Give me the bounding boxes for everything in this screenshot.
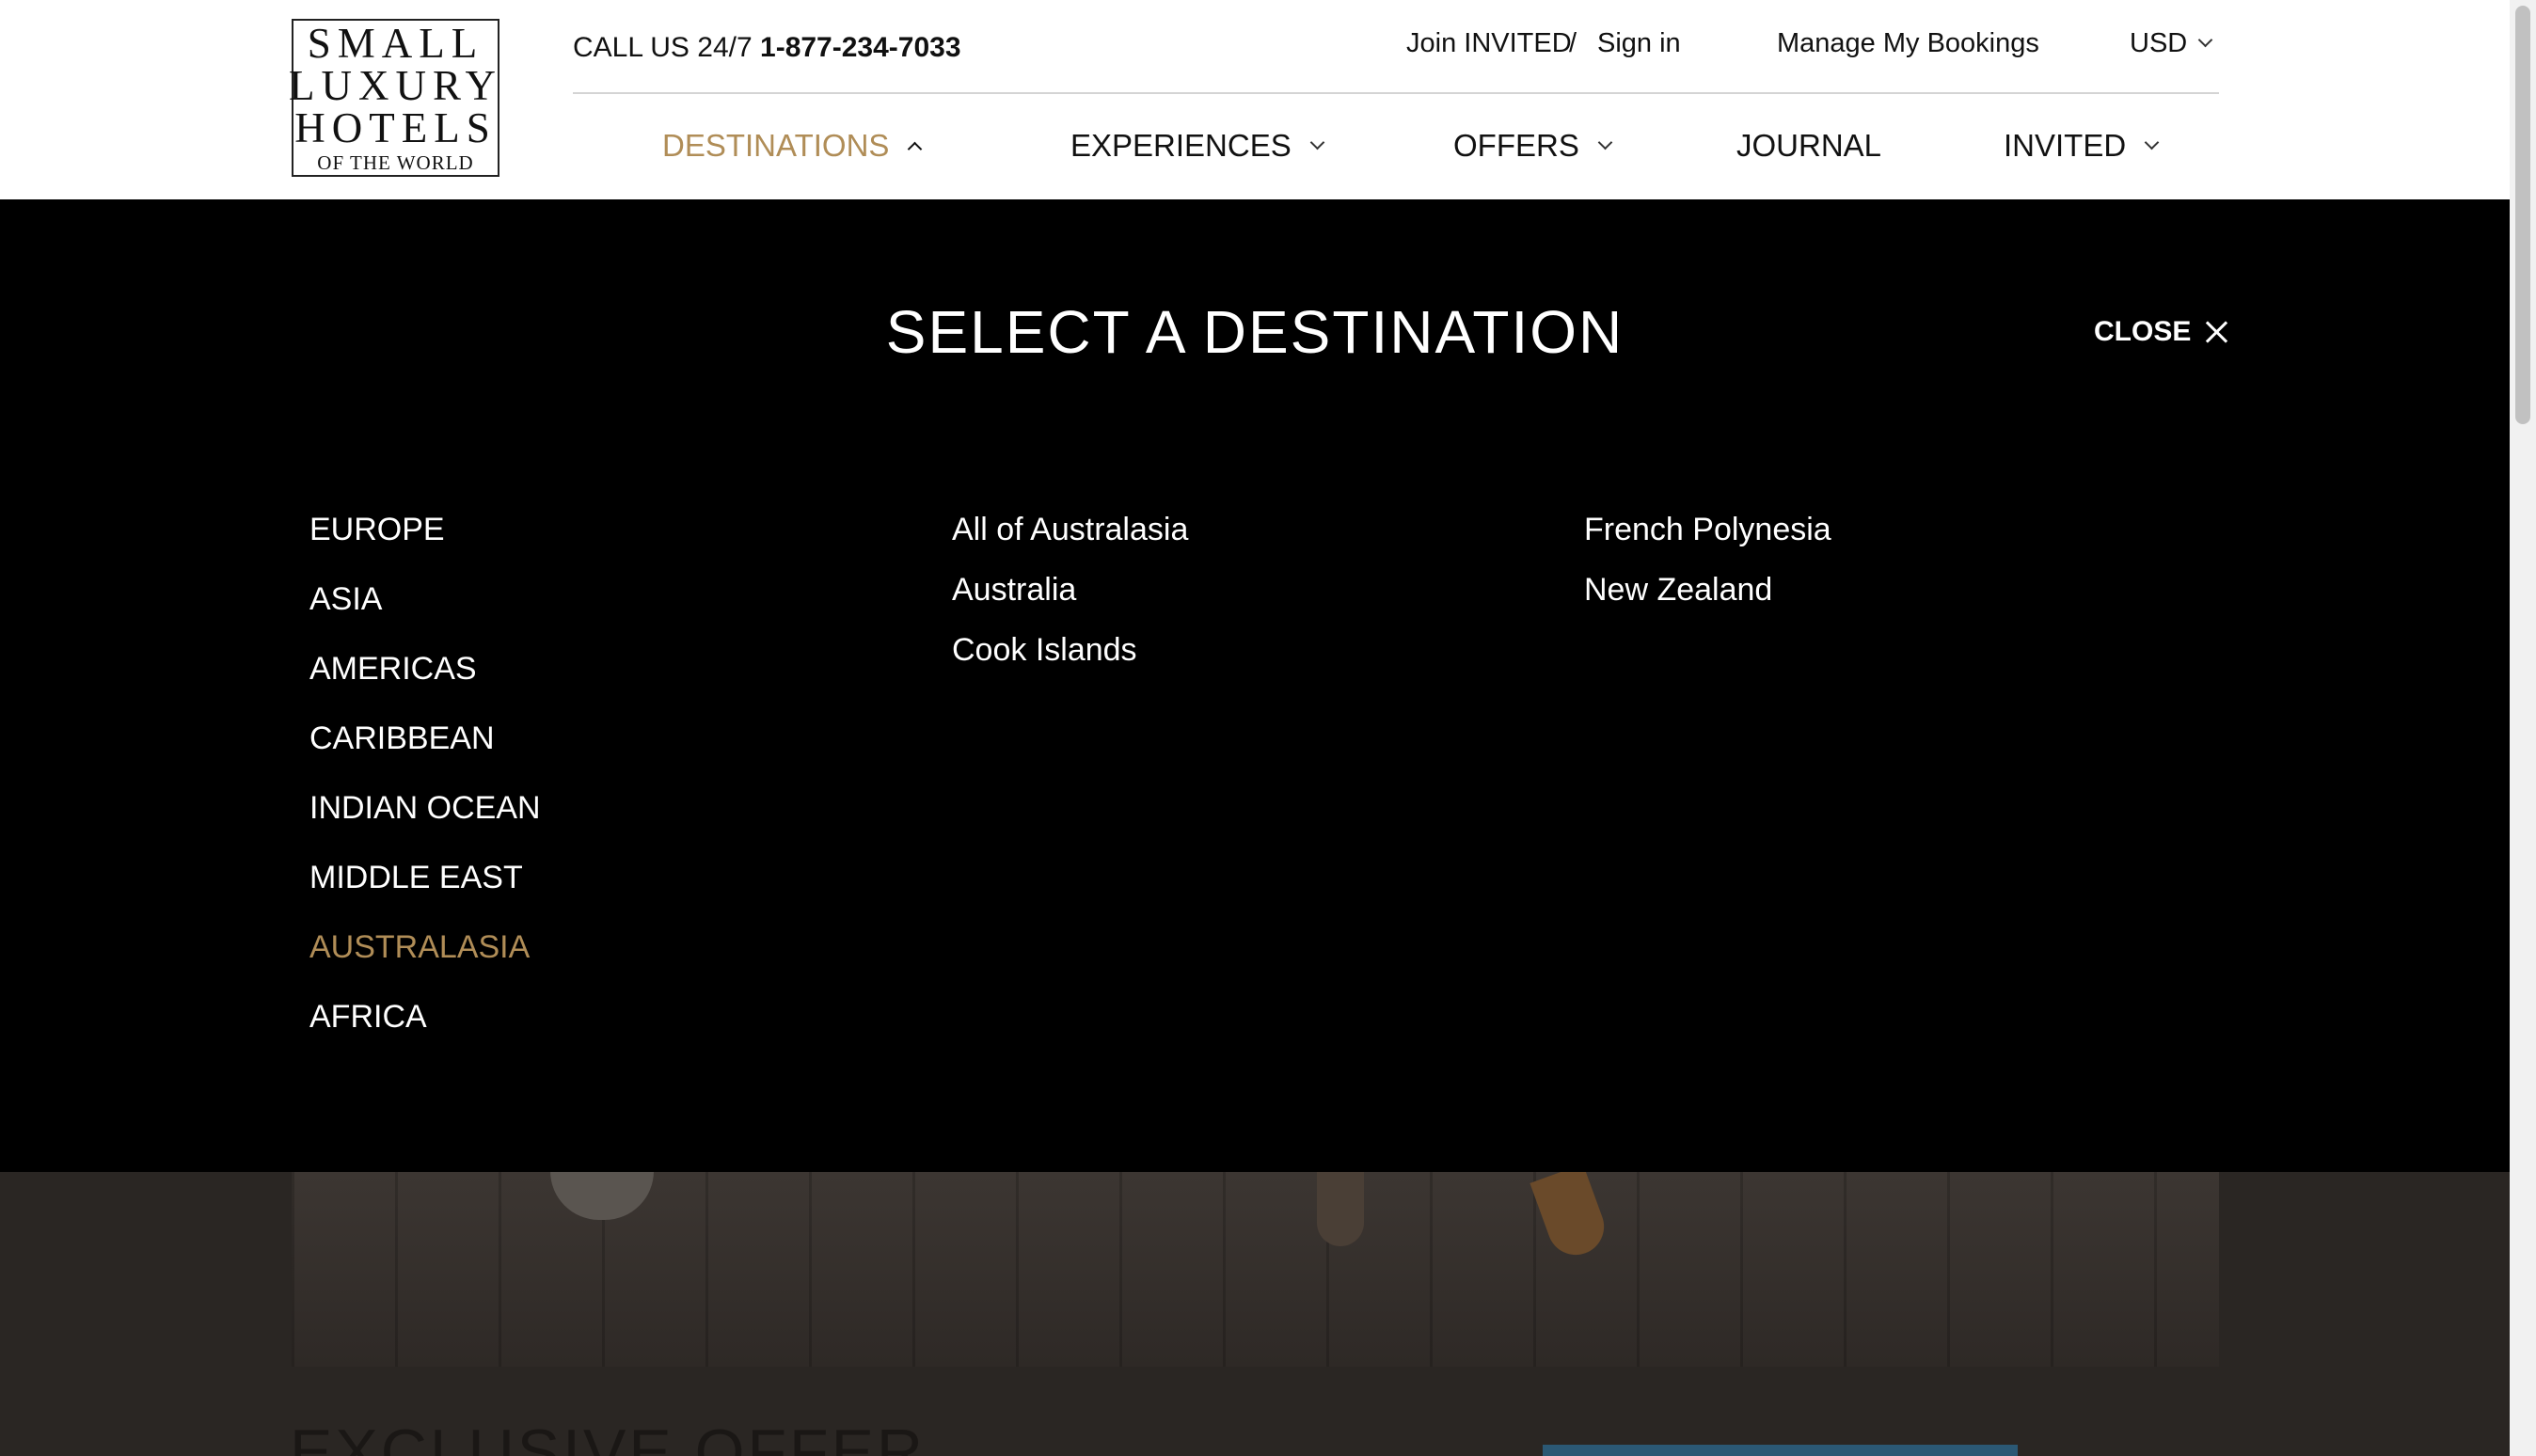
destination-menu: SELECT A DESTINATION CLOSE EUROPE ASIA A… (0, 199, 2510, 1172)
region-item-australasia[interactable]: AUSTRALASIA (309, 912, 541, 982)
manage-bookings-link[interactable]: Manage My Bookings (1777, 28, 2039, 59)
region-item-africa[interactable]: AFRICA (309, 982, 541, 1052)
nav-label: EXPERIENCES (1070, 128, 1292, 163)
nav-offers[interactable]: OFFERS (1453, 128, 1613, 164)
region-list: EUROPE ASIA AMERICAS CARIBBEAN INDIAN OC… (309, 495, 541, 1052)
logo-line: OF THE WORLD (317, 151, 474, 174)
country-list: French Polynesia New Zealand (1584, 495, 1831, 615)
chevron-up-icon (908, 141, 923, 156)
offer-card-image[interactable] (1543, 1445, 2018, 1456)
site-header: SMALL LUXURY HOTELS OF THE WORLD CALL US… (0, 0, 2510, 199)
region-item-indian-ocean[interactable]: INDIAN OCEAN (309, 773, 541, 843)
section-heading: EXCLUSIVE OFFER (290, 1416, 927, 1456)
logo-line: HOTELS (294, 104, 497, 151)
nav-label: DESTINATIONS (662, 128, 890, 163)
country-item-all-australasia[interactable]: All of Australasia (952, 495, 1188, 555)
close-icon (2204, 320, 2228, 344)
sign-in-link[interactable]: Sign in (1597, 28, 1681, 59)
country-item-french-polynesia[interactable]: French Polynesia (1584, 495, 1831, 555)
nav-label: OFFERS (1453, 128, 1579, 163)
currency-value: USD (2130, 28, 2188, 58)
site-logo[interactable]: SMALL LUXURY HOTELS OF THE WORLD (289, 19, 503, 177)
phone-label: CALL US 24/7 (573, 32, 753, 63)
chevron-down-icon (2144, 135, 2160, 150)
country-item-australia[interactable]: Australia (952, 555, 1188, 615)
country-list: All of Australasia Australia Cook Island… (952, 495, 1188, 675)
region-item-americas[interactable]: AMERICAS (309, 634, 541, 704)
join-invited-link[interactable]: Join INVITED (1406, 28, 1572, 59)
close-button[interactable]: CLOSE (2094, 316, 2228, 348)
region-item-europe[interactable]: EUROPE (309, 495, 541, 564)
nav-invited[interactable]: INVITED (2004, 128, 2160, 164)
nav-label: INVITED (2004, 128, 2127, 163)
chevron-down-icon (1309, 135, 1325, 150)
scrollbar-thumb[interactable] (2515, 6, 2530, 424)
link-separator: / (1569, 28, 1577, 58)
page-scrollbar[interactable] (2510, 0, 2536, 1456)
nav-journal[interactable]: JOURNAL (1736, 128, 1881, 164)
hero-image-object (1317, 1171, 1364, 1246)
phone-number-link[interactable]: 1-877-234-7033 (760, 32, 961, 63)
nav-label: JOURNAL (1736, 128, 1882, 163)
chevron-down-icon (1597, 135, 1613, 150)
logo-line: LUXURY (289, 62, 503, 109)
chevron-down-icon (2197, 32, 2213, 48)
nav-experiences[interactable]: EXPERIENCES (1070, 128, 1325, 164)
country-item-cook-islands[interactable]: Cook Islands (952, 615, 1188, 675)
phone-contact: CALL US 24/7 1-877-234-7033 (573, 32, 961, 64)
close-label: CLOSE (2094, 316, 2192, 347)
nav-destinations[interactable]: DESTINATIONS (662, 128, 923, 164)
currency-selector[interactable]: USD (2130, 28, 2213, 59)
logo-line: SMALL (307, 20, 484, 67)
header-divider (573, 92, 2219, 94)
region-item-asia[interactable]: ASIA (309, 564, 541, 634)
region-item-middle-east[interactable]: MIDDLE EAST (309, 843, 541, 912)
region-item-caribbean[interactable]: CARIBBEAN (309, 704, 541, 773)
country-item-new-zealand[interactable]: New Zealand (1584, 555, 1831, 615)
